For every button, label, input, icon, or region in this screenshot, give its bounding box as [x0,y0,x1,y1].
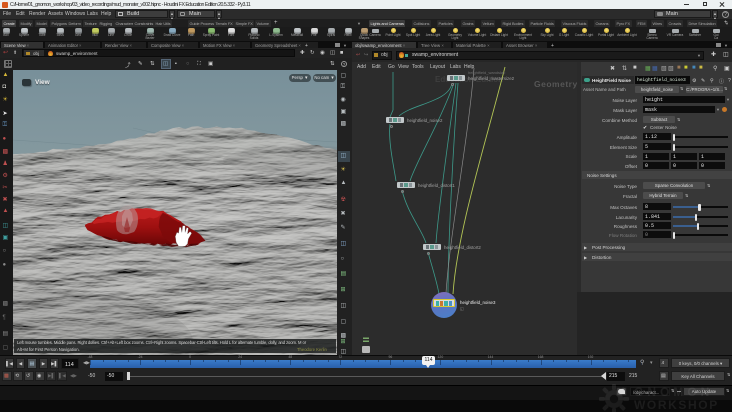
svg-text:GNOMON: GNOMON [634,385,713,399]
svg-text:WORKSHOP: WORKSHOP [634,398,719,412]
